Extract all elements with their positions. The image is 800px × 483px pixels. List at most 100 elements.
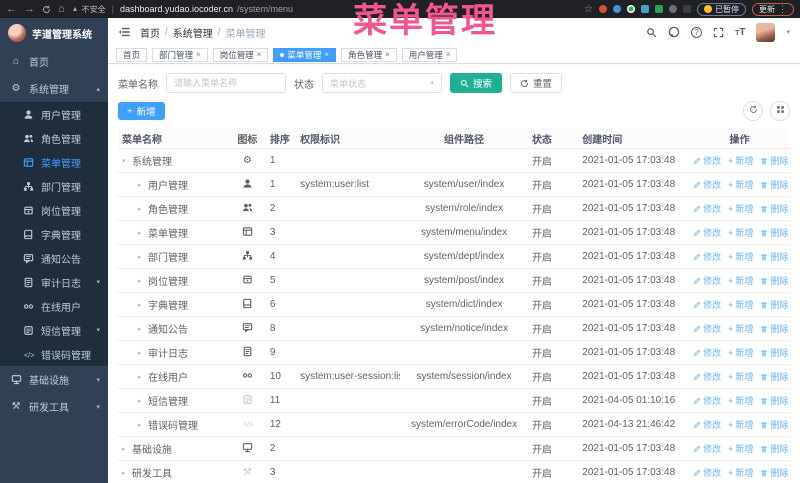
edit-link[interactable]: 修改 [693,466,721,479]
table-row[interactable]: ▾ 系统管理 ⚙ 1 开启 2021-01-05 17:03:48 修改 + 新增 删除 [118,149,790,173]
bookmark-star-icon[interactable]: ☆ [584,4,593,15]
caret-right-icon[interactable]: ▸ [138,181,148,189]
table-row[interactable]: ▸ 字典管理 6 system/dict/index 开启 2021-01-05 17:0… [118,293,790,317]
close-icon[interactable]: × [257,50,262,59]
sidebar-item-post[interactable]: 岗位管理 [0,198,108,222]
profile-paused-button[interactable]: 已暂停 [697,2,746,16]
forward-icon[interactable]: → [24,3,35,15]
sidebar-item-dept[interactable]: 部门管理 [0,174,108,198]
extension-icon[interactable] [669,5,677,13]
edit-link[interactable]: 修改 [693,442,721,455]
add-link[interactable]: + 新增 [728,346,753,359]
caret-right-icon[interactable]: ▸ [138,373,148,381]
sidebar-item-log[interactable]: 审计日志 ▾ [0,270,108,294]
delete-link[interactable]: 删除 [760,466,788,479]
close-icon[interactable]: × [385,50,390,59]
edit-link[interactable]: 修改 [693,250,721,263]
add-link[interactable]: + 新增 [728,466,753,479]
table-row[interactable]: ▸ 错误码管理 </> 12 system/errorCode/index 开启 2021-… [118,413,790,437]
edit-link[interactable]: 修改 [693,274,721,287]
extension-icon[interactable] [655,5,663,13]
add-link[interactable]: + 新增 [728,202,753,215]
edit-link[interactable]: 修改 [693,322,721,335]
add-link[interactable]: + 新增 [728,178,753,191]
sidebar-item-users[interactable]: 角色管理 [0,126,108,150]
browser-home-icon[interactable]: ⌂ [58,3,65,15]
caret-right-icon[interactable]: ▸ [122,445,132,453]
breadcrumb-system[interactable]: 系统管理 [173,25,213,40]
tab-菜单管理[interactable]: 菜单管理 × [273,47,337,62]
add-link[interactable]: + 新增 [728,226,753,239]
add-link[interactable]: + 新增 [728,370,753,383]
tab-岗位管理[interactable]: 岗位管理 × [212,47,269,62]
delete-link[interactable]: 删除 [760,418,788,431]
chevron-down-icon[interactable]: ▾ [786,28,790,36]
tab-首页[interactable]: 首页 [116,47,148,62]
tab-部门管理[interactable]: 部门管理 × [152,47,208,62]
github-icon[interactable] [668,26,680,38]
add-link[interactable]: + 新增 [728,154,753,167]
sidebar-item-user[interactable]: 用户管理 [0,102,108,126]
sidebar-item-tool[interactable]: ⚒ 研发工具 ▾ [0,393,108,420]
table-row[interactable]: ▸ 菜单管理 3 system/menu/index 开启 2021-01-05 17:0… [118,221,790,245]
caret-right-icon[interactable]: ▸ [138,325,148,333]
browser-update-button[interactable]: 更新 ⋮ [752,2,794,16]
add-link[interactable]: + 新增 [728,250,753,263]
edit-link[interactable]: 修改 [693,202,721,215]
caret-right-icon[interactable]: ▸ [138,229,148,237]
edit-link[interactable]: 修改 [693,298,721,311]
edit-link[interactable]: 修改 [693,226,721,239]
delete-link[interactable]: 删除 [760,346,788,359]
edit-link[interactable]: 修改 [693,154,721,167]
table-row[interactable]: ▸ 在线用户 10 system:user-session:list system/se… [118,365,790,389]
tab-用户管理[interactable]: 用户管理 × [401,47,458,62]
sidebar-item-menu[interactable]: 菜单管理 [0,150,108,174]
edit-link[interactable]: 修改 [693,346,721,359]
delete-link[interactable]: 删除 [760,322,788,335]
delete-link[interactable]: 删除 [760,154,788,167]
table-row[interactable]: ▸ 岗位管理 5 system/post/index 开启 2021-01-05 17:0… [118,269,790,293]
close-icon[interactable]: × [196,50,201,59]
font-size-icon[interactable]: TT [735,27,745,38]
help-icon[interactable]: ? [691,26,703,38]
fullscreen-icon[interactable] [713,27,724,38]
caret-right-icon[interactable]: ▸ [138,421,148,429]
delete-link[interactable]: 删除 [760,298,788,311]
extension-icon[interactable] [599,5,607,13]
add-link[interactable]: + 新增 [728,394,753,407]
extension-icon[interactable] [627,5,635,13]
app-logo[interactable]: 芋道管理系统 [0,18,108,48]
add-button[interactable]: + 新增 [118,102,165,120]
column-settings-button[interactable] [770,101,790,121]
table-row[interactable]: ▸ 通知公告 8 system/notice/index 开启 2021-01-05 17… [118,317,790,341]
close-icon[interactable]: × [324,50,329,59]
sidebar-item-notice[interactable]: 通知公告 [0,246,108,270]
table-row[interactable]: ▸ 研发工具 ⚒ 3 开启 2021-01-05 17:03:48 修改 + 新增 删除 [118,461,790,483]
delete-link[interactable]: 删除 [760,202,788,215]
add-link[interactable]: + 新增 [728,322,753,335]
table-row[interactable]: ▸ 审计日志 9 开启 2021-01-05 17:03:48 修改 + 新增 删除 [118,341,790,365]
caret-right-icon[interactable]: ▸ [138,253,148,261]
user-avatar[interactable] [756,22,776,42]
caret-right-icon[interactable]: ▸ [138,205,148,213]
caret-right-icon[interactable]: ▸ [138,277,148,285]
sidebar-toggle-icon[interactable] [118,26,130,38]
edit-link[interactable]: 修改 [693,370,721,383]
pinned-extension-icon[interactable] [683,5,691,13]
add-link[interactable]: + 新增 [728,274,753,287]
sidebar-item-code[interactable]: </> 错误码管理 [0,342,108,366]
sidebar-item-gear[interactable]: ⚙ 系统管理 ▴ [0,75,108,102]
add-link[interactable]: + 新增 [728,442,753,455]
sidebar-item-dict[interactable]: 字典管理 [0,222,108,246]
delete-link[interactable]: 删除 [760,370,788,383]
security-warning[interactable]: ▲ 不安全 [72,4,106,15]
table-row[interactable]: ▸ 基础设施 2 开启 2021-01-05 17:03:48 修改 + 新增 删除 [118,437,790,461]
delete-link[interactable]: 删除 [760,274,788,287]
search-button[interactable]: 搜索 [450,73,503,93]
delete-link[interactable]: 删除 [760,394,788,407]
delete-link[interactable]: 删除 [760,442,788,455]
search-icon[interactable] [646,27,657,38]
delete-link[interactable]: 删除 [760,178,788,191]
edit-link[interactable]: 修改 [693,178,721,191]
table-row[interactable]: ▸ 短信管理 11 开启 2021-04-05 01:10:16 修改 + 新增 删除 [118,389,790,413]
